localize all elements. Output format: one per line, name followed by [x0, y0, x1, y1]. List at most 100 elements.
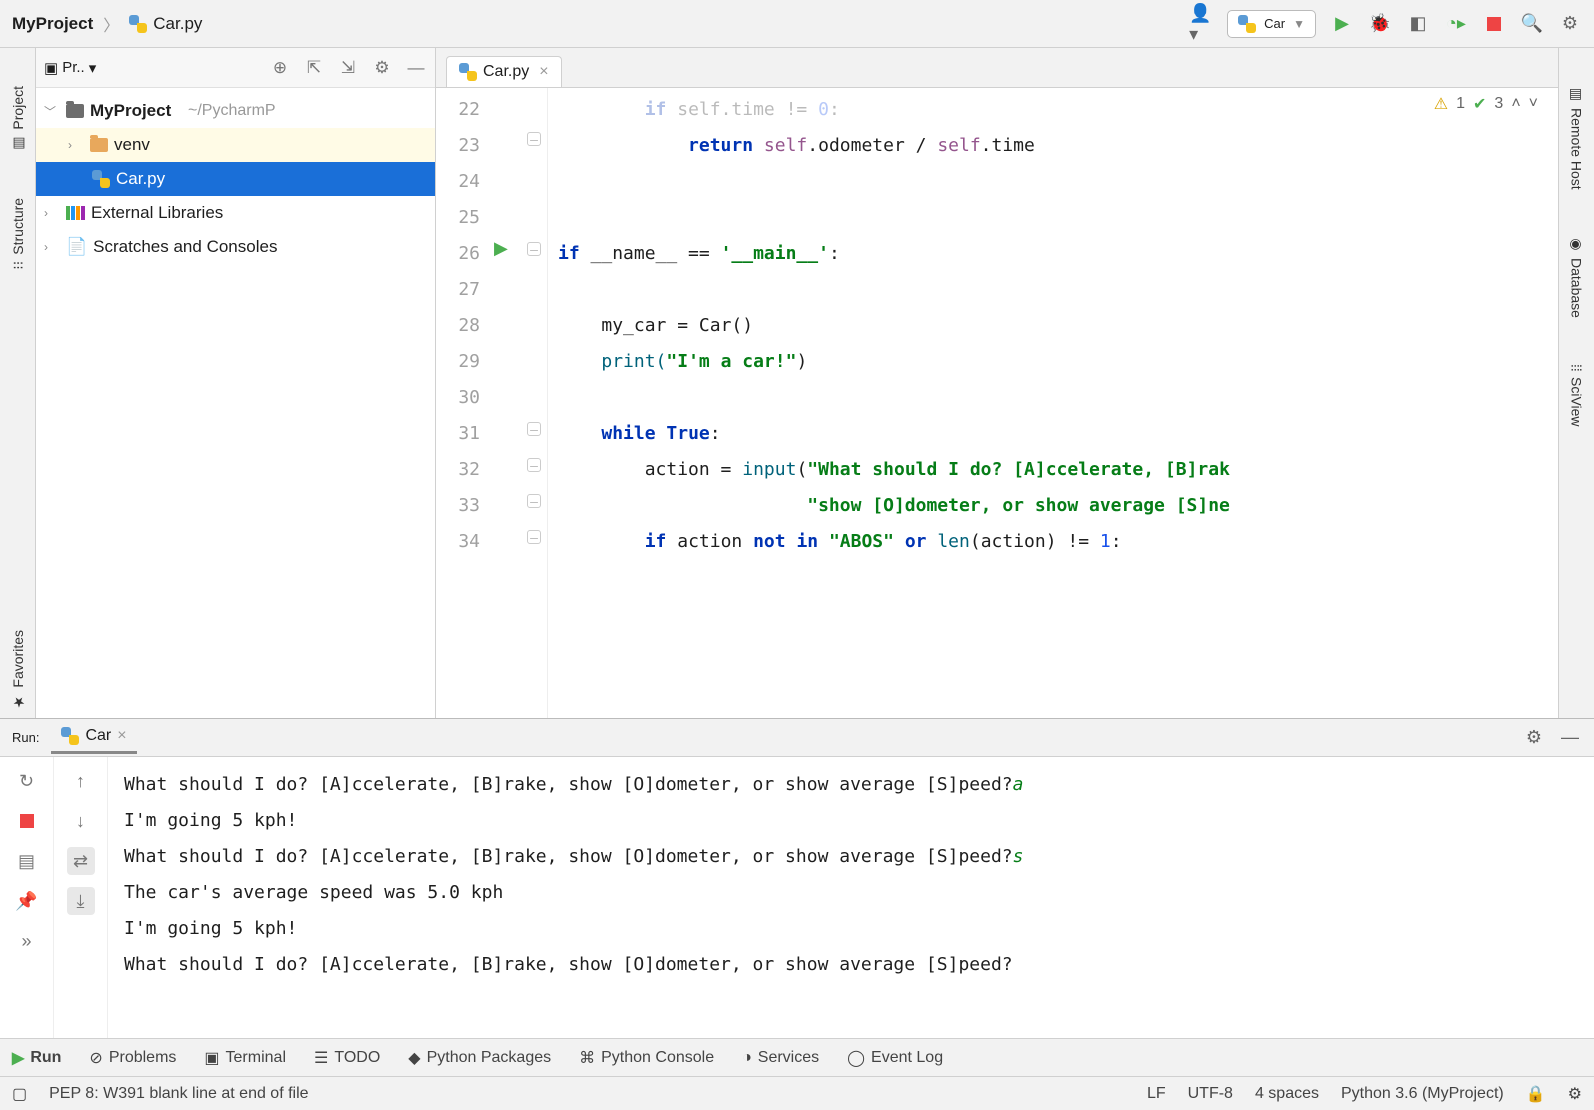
- status-interpreter[interactable]: Python 3.6 (MyProject): [1341, 1085, 1504, 1103]
- line-numbers: 22232425262728293031323334: [436, 88, 490, 718]
- breadcrumb-sep: 〉: [103, 12, 119, 36]
- minimize-icon[interactable]: —: [405, 57, 427, 79]
- database-icon: ◉: [1569, 236, 1585, 252]
- run-panel: Run: Car × ⚙ — ↻ ▤ 📌 » ↑ ↓ ⇄ ⤓ What shou…: [0, 718, 1594, 1038]
- breadcrumb-file[interactable]: Car.py: [153, 14, 202, 34]
- run-gutter-icon[interactable]: ▶: [494, 238, 508, 259]
- rerun-button[interactable]: ↻: [13, 767, 41, 795]
- more-icon[interactable]: »: [13, 927, 41, 955]
- tool-event-log[interactable]: ◯Event Log: [847, 1048, 943, 1068]
- tool-python-packages[interactable]: ◆Python Packages: [408, 1048, 551, 1068]
- code-analysis-indicator[interactable]: ⚠1 ✔3 ˄ ˅: [1434, 94, 1538, 114]
- right-tool-gutter: ▤Remote Host ◉Database ⁞⁞SciView: [1558, 48, 1594, 718]
- left-tool-gutter: ▤Project ⁝⁝Structure ★Favorites: [0, 48, 36, 718]
- code-area[interactable]: ⚠1 ✔3 ˄ ˅ 22232425262728293031323334 – ▶…: [436, 88, 1558, 718]
- tool-problems[interactable]: ⊘Problems: [89, 1048, 176, 1068]
- tab-database[interactable]: ◉Database: [1569, 228, 1585, 326]
- chevron-right-icon[interactable]: ›: [44, 240, 60, 254]
- debug-button[interactable]: 🐞: [1368, 12, 1392, 36]
- console-output[interactable]: What should I do? [A]ccelerate, [B]rake,…: [108, 757, 1594, 1038]
- stop-button[interactable]: [1482, 12, 1506, 36]
- tree-root[interactable]: ﹀ MyProject ~/PycharmP: [36, 94, 435, 128]
- minimize-icon[interactable]: —: [1558, 726, 1582, 750]
- stop-button[interactable]: [13, 807, 41, 835]
- status-indent[interactable]: 4 spaces: [1255, 1085, 1319, 1103]
- prev-issue-icon[interactable]: ˄: [1511, 95, 1520, 113]
- fold-icon[interactable]: –: [527, 422, 541, 436]
- project-panel-title[interactable]: ▣ Pr..▾: [44, 59, 96, 77]
- coverage-button[interactable]: ◧: [1406, 12, 1430, 36]
- fold-icon[interactable]: –: [527, 242, 541, 256]
- project-tree: ﹀ MyProject ~/PycharmP › venv Car.py › E…: [36, 88, 435, 270]
- lock-icon[interactable]: 🔒: [1526, 1084, 1546, 1104]
- project-panel-header: ▣ Pr..▾ ⊕ ⇱ ⇲ ⚙ —: [36, 48, 435, 88]
- tab-structure[interactable]: ⁝⁝Structure: [10, 190, 26, 278]
- scroll-icon[interactable]: ⤓: [67, 887, 95, 915]
- tool-run[interactable]: ▶Run: [12, 1048, 61, 1068]
- tool-python-console[interactable]: ⌘Python Console: [579, 1048, 714, 1068]
- fold-icon[interactable]: –: [527, 530, 541, 544]
- chevron-down-icon[interactable]: ﹀: [44, 103, 60, 120]
- services-icon: ◑: [742, 1049, 752, 1067]
- status-hide-icon[interactable]: ▢: [12, 1084, 27, 1104]
- editor-tab-car[interactable]: Car.py ×: [446, 56, 562, 87]
- fold-icon[interactable]: –: [527, 132, 541, 146]
- up-icon[interactable]: ↑: [67, 767, 95, 795]
- pin-icon[interactable]: 📌: [13, 887, 41, 915]
- eventlog-icon: ◯: [847, 1048, 865, 1068]
- breadcrumb: MyProject 〉 Car.py: [12, 12, 202, 36]
- tab-remote-host[interactable]: ▤Remote Host: [1569, 78, 1585, 198]
- run-toolbar-left: ↻ ▤ 📌 »: [0, 757, 54, 1038]
- tool-terminal[interactable]: ▣Terminal: [204, 1048, 286, 1068]
- wrap-icon[interactable]: ⇄: [67, 847, 95, 875]
- code-content[interactable]: if self.time != 0: return self.odometer …: [548, 88, 1558, 718]
- next-issue-icon[interactable]: ˅: [1529, 95, 1538, 113]
- run-panel-label: Run:: [12, 730, 39, 745]
- collapse-all-icon[interactable]: ⇲: [337, 57, 359, 79]
- layout-icon[interactable]: ▤: [13, 847, 41, 875]
- expand-all-icon[interactable]: ⇱: [303, 57, 325, 79]
- project-panel: ▣ Pr..▾ ⊕ ⇱ ⇲ ⚙ — ﹀ MyProject ~/PycharmP…: [36, 48, 436, 718]
- fold-icon[interactable]: –: [527, 458, 541, 472]
- status-encoding[interactable]: UTF-8: [1188, 1085, 1233, 1103]
- tree-scratches[interactable]: › 📄 Scratches and Consoles: [36, 230, 435, 264]
- run-config-selector[interactable]: Car ▼: [1227, 10, 1316, 38]
- tree-car-py[interactable]: Car.py: [36, 162, 435, 196]
- status-line-ending[interactable]: LF: [1147, 1085, 1166, 1103]
- gutter[interactable]: – ▶ – – – – –: [490, 88, 548, 718]
- top-toolbar: MyProject 〉 Car.py 👤▾ Car ▼ ▶ 🐞 ◧ ◔▸ 🔍 ⚙: [0, 0, 1594, 48]
- run-toolbar-nav: ↑ ↓ ⇄ ⤓: [54, 757, 108, 1038]
- folder-icon: [90, 138, 108, 152]
- search-button[interactable]: 🔍: [1520, 12, 1544, 36]
- tab-project[interactable]: ▤Project: [10, 78, 26, 160]
- run-tab-car[interactable]: Car ×: [51, 721, 136, 754]
- fold-icon[interactable]: –: [527, 494, 541, 508]
- settings-button[interactable]: ⚙: [1558, 12, 1582, 36]
- tree-external-libs[interactable]: › External Libraries: [36, 196, 435, 230]
- profile-button[interactable]: ◔▸: [1444, 12, 1468, 36]
- todo-icon: ☰: [314, 1048, 328, 1068]
- run-button[interactable]: ▶: [1330, 12, 1354, 36]
- tab-favorites[interactable]: ★Favorites: [10, 622, 26, 718]
- gear-icon[interactable]: ⚙: [371, 57, 393, 79]
- error-icon: ⊘: [89, 1048, 102, 1068]
- down-icon[interactable]: ↓: [67, 807, 95, 835]
- tree-venv[interactable]: › venv: [36, 128, 435, 162]
- breadcrumb-project[interactable]: MyProject: [12, 14, 93, 34]
- status-bar: ▢ PEP 8: W391 blank line at end of file …: [0, 1076, 1594, 1110]
- tool-todo[interactable]: ☰TODO: [314, 1048, 380, 1068]
- chevron-right-icon[interactable]: ›: [68, 138, 84, 152]
- packages-icon: ◆: [408, 1048, 420, 1068]
- tool-services[interactable]: ◑Services: [742, 1049, 819, 1067]
- check-icon: ✔: [1473, 94, 1486, 114]
- chevron-right-icon[interactable]: ›: [44, 206, 60, 220]
- gear-icon[interactable]: ⚙: [1522, 726, 1546, 750]
- tab-sciview[interactable]: ⁞⁞SciView: [1569, 356, 1585, 435]
- play-icon: ▶: [12, 1048, 24, 1068]
- close-icon[interactable]: ×: [117, 727, 126, 745]
- close-icon[interactable]: ×: [539, 63, 548, 81]
- user-icon[interactable]: 👤▾: [1189, 12, 1213, 36]
- run-panel-header: Run: Car × ⚙ —: [0, 719, 1594, 757]
- locate-icon[interactable]: ⊕: [269, 57, 291, 79]
- ide-settings-icon[interactable]: ⚙: [1568, 1084, 1582, 1104]
